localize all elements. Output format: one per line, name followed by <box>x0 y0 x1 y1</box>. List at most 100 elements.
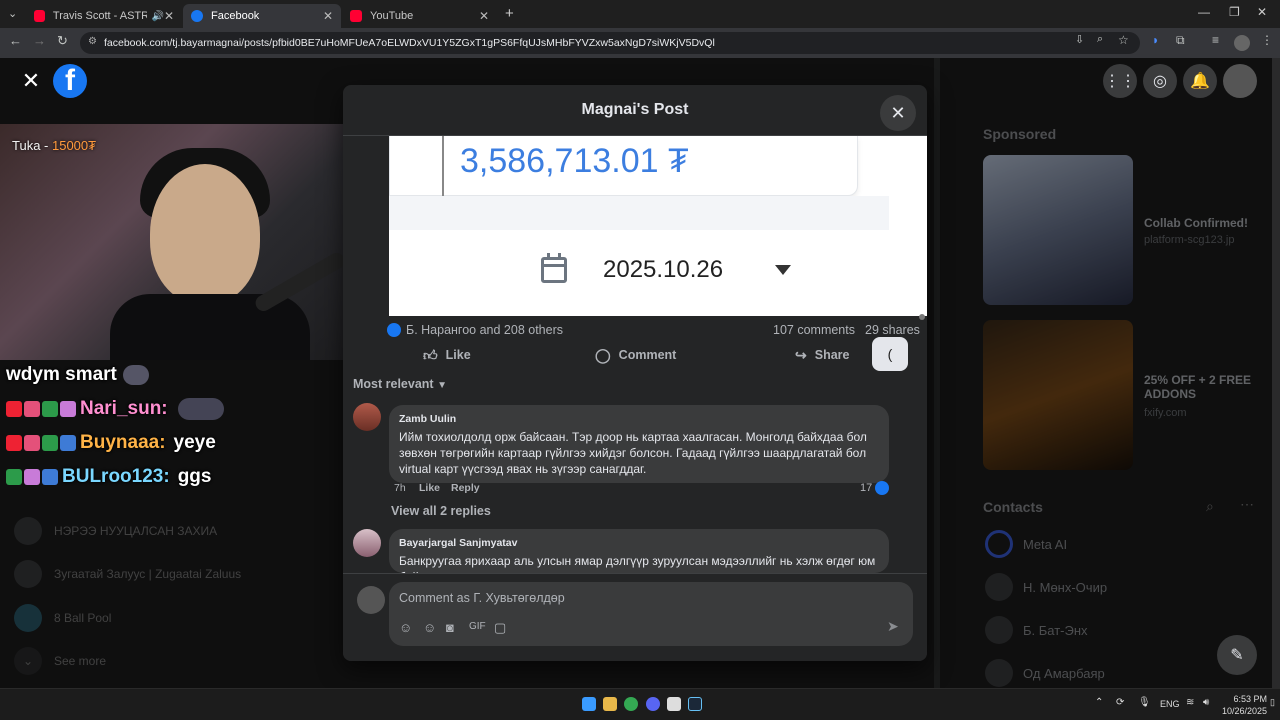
account-avatar[interactable] <box>1223 64 1257 98</box>
avatar[interactable] <box>353 403 381 431</box>
emoji-icon[interactable]: ☺ <box>423 620 436 635</box>
modal-scrollbar[interactable] <box>919 314 925 320</box>
site-info-icon[interactable]: ⚙ <box>88 36 97 47</box>
emote-badge-icon <box>60 401 76 417</box>
reactions-summary[interactable]: Б. Нарангоо and 208 others <box>387 323 563 337</box>
chrome-icon[interactable] <box>624 697 638 711</box>
volume-icon[interactable]: 🔊︎ <box>1203 697 1209 708</box>
bookmark-star-icon[interactable]: ☆ <box>1118 33 1129 47</box>
menu-kebab-icon[interactable]: ⋮ <box>1261 33 1273 47</box>
gif-icon[interactable]: GIF <box>469 621 486 632</box>
donation-prefix: Tuka - <box>12 138 52 153</box>
tab-title: YouTube <box>370 10 414 22</box>
commenter-name[interactable]: Zamb Uulin <box>399 411 879 427</box>
avatar-sticker-icon[interactable]: ☺ <box>399 620 412 635</box>
extensions-puzzle-icon[interactable]: ⧉ <box>1176 33 1185 48</box>
file-explorer-icon[interactable] <box>603 697 617 711</box>
window-close-icon[interactable]: ✕ <box>1257 5 1267 19</box>
app-icon[interactable] <box>667 697 681 711</box>
sort-label: Most relevant <box>353 377 434 391</box>
comment-label: Comment <box>618 348 677 362</box>
clock[interactable]: 6:53 PM 10/26/2025 <box>1222 693 1267 717</box>
speaker-icon[interactable]: 🔊 <box>151 11 163 22</box>
comment-reply-link[interactable]: Reply <box>451 482 480 494</box>
address-bar[interactable]: ⚙ facebook.com/tj.bayarmagnai/posts/pfbi… <box>80 32 1140 54</box>
comment-sort-dropdown[interactable]: Most relevant ▼ <box>353 377 447 391</box>
tray-app-icon[interactable]: ⟳ <box>1116 697 1124 708</box>
like-reaction-icon <box>875 481 890 495</box>
badge-icon <box>6 401 22 417</box>
close-modal-button[interactable]: ✕ <box>880 95 916 131</box>
comment-input[interactable] <box>399 588 879 608</box>
commenter-name[interactable]: Bayarjargal Sanjmyatav <box>399 535 879 551</box>
tab-facebook[interactable]: Facebook ✕ <box>183 4 341 28</box>
facebook-logo[interactable]: f <box>53 64 87 98</box>
comment-button[interactable]: ◯ Comment <box>595 347 676 363</box>
tab-youtube[interactable]: YouTube ✕ <box>342 4 497 28</box>
comment-time[interactable]: 7h <box>394 482 406 494</box>
comment-box[interactable]: ☺ ☺ ◙ GIF ▢ ➤ <box>389 582 913 646</box>
zoom-icon[interactable]: ⌕ <box>1097 33 1103 46</box>
post-image[interactable]: 3,586,713.01 ₮ 2025.10.26 <box>389 136 927 316</box>
wifi-icon[interactable]: ≋ <box>1186 697 1194 708</box>
notifications-bell-icon[interactable]: 🔔 <box>1183 64 1217 98</box>
media-icon[interactable]: ≡ <box>1212 33 1219 47</box>
start-icon[interactable] <box>582 697 596 711</box>
comment-like-link[interactable]: Like <box>419 482 440 494</box>
steam-icon[interactable] <box>688 697 702 711</box>
caret-down-icon <box>775 265 792 275</box>
minimize-icon[interactable]: — <box>1198 5 1210 19</box>
reload-icon[interactable]: ↻ <box>57 33 68 49</box>
amount-card: 3,586,713.01 ₮ <box>389 136 858 196</box>
comment-bubble-icon: ◯ <box>595 346 611 363</box>
webcam-overlay <box>0 124 388 360</box>
close-tab-icon[interactable]: ✕ <box>164 9 174 23</box>
like-count: 17 <box>860 482 873 494</box>
donation-label: Tuka - 15000₮ <box>12 138 96 153</box>
extension-icon[interactable]: ◗ <box>1152 33 1159 47</box>
close-viewer-icon[interactable]: ✕ <box>16 66 46 96</box>
comments-count[interactable]: 107 comments <box>773 323 855 337</box>
tray-chevron-icon[interactable]: ⌃ <box>1095 697 1103 708</box>
notification-icon[interactable]: ▯ <box>1270 697 1275 708</box>
view-replies-link[interactable]: View all 2 replies <box>391 504 491 518</box>
back-icon[interactable]: ← <box>9 33 22 48</box>
shares-count[interactable]: 29 shares <box>865 323 920 337</box>
new-tab-icon[interactable]: + <box>505 5 514 22</box>
maximize-icon[interactable]: ❐ <box>1229 5 1240 19</box>
share-button[interactable]: ↪ Share <box>795 347 849 363</box>
profile-avatar[interactable] <box>1234 35 1250 51</box>
camera-icon[interactable]: ◙ <box>446 620 454 635</box>
modal-title: Magnai's Post <box>581 101 689 118</box>
date-row: 2025.10.26 <box>541 253 792 284</box>
clock-time: 6:53 PM <box>1233 694 1268 704</box>
windows-taskbar: ⌃ ⟳ 🎙︎ ENG ≋ 🔊︎ 6:53 PM 10/26/2025 ▯ <box>0 688 1280 720</box>
like-reaction-icon <box>387 323 401 337</box>
facebook-favicon-icon <box>191 10 203 22</box>
tab-search-icon[interactable]: ⌄ <box>8 7 17 20</box>
input-language[interactable]: ENG <box>1160 699 1180 709</box>
first-badge-icon <box>42 435 58 451</box>
sticker-icon[interactable]: ▢ <box>494 620 506 636</box>
comment-like-count[interactable]: 17 <box>860 481 890 495</box>
discord-icon[interactable] <box>646 697 660 711</box>
tab-youtube-music[interactable]: Travis Scott - ASTROTHUN 🔊 ✕ <box>26 4 182 28</box>
first-badge-icon <box>42 401 58 417</box>
install-icon[interactable]: ⇩ <box>1075 33 1084 46</box>
new-message-icon[interactable]: ✎ <box>1217 635 1257 675</box>
send-icon[interactable]: ➤ <box>887 618 899 635</box>
heart-badge-icon <box>24 435 40 451</box>
messenger-icon[interactable]: ◎ <box>1143 64 1177 98</box>
microphone-icon[interactable]: 🎙︎ <box>1138 697 1151 708</box>
page-scrollbar[interactable] <box>1272 58 1280 688</box>
menu-grid-icon[interactable]: ⋮⋮ <box>1103 64 1137 98</box>
forward-icon[interactable]: → <box>33 33 46 48</box>
send-button[interactable]: ( <box>872 337 908 371</box>
url-text: facebook.com/tj.bayarmagnai/posts/pfbid0… <box>104 37 715 49</box>
like-button[interactable]: 👍︎ Like <box>423 347 471 363</box>
chat-message: yeye <box>173 432 216 453</box>
avatar[interactable] <box>353 529 381 557</box>
close-tab-icon[interactable]: ✕ <box>479 9 489 23</box>
youtube-favicon-icon <box>34 10 45 22</box>
close-tab-icon[interactable]: ✕ <box>323 9 333 23</box>
